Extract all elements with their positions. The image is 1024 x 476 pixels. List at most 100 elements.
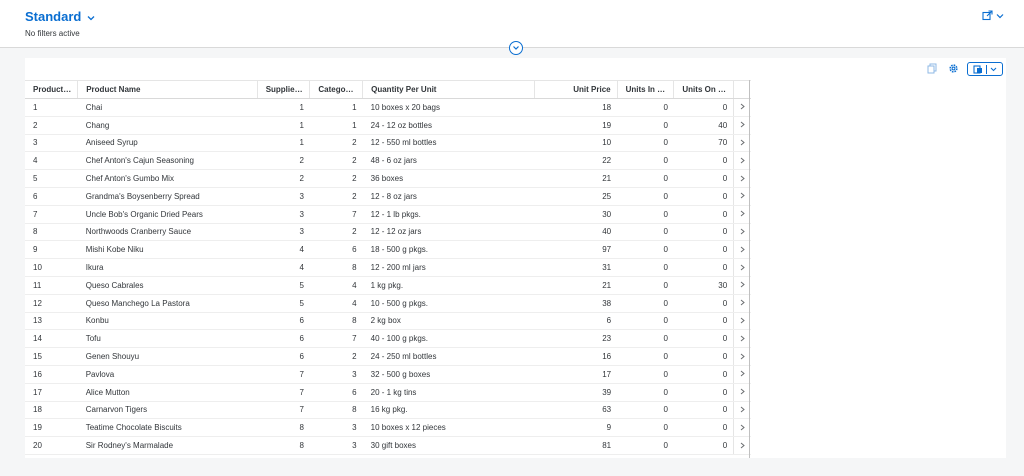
cell-product-id: 19	[25, 418, 78, 438]
share-icon[interactable]	[982, 10, 993, 21]
chevron-right-icon[interactable]	[740, 228, 745, 235]
cell-unit-price: 21	[534, 169, 618, 188]
table-row[interactable]: 14 Tofu 6 7 40 - 100 g pkgs. 23 0 0	[25, 329, 751, 349]
gear-icon[interactable]	[948, 63, 959, 74]
chevron-right-icon[interactable]	[740, 192, 745, 199]
column-header-category-id[interactable]: Category ID	[309, 80, 364, 99]
cell-units-on-order: 0	[673, 205, 734, 224]
cell-unit-price: 30	[534, 205, 618, 224]
chevron-right-icon[interactable]	[740, 442, 745, 449]
column-header-product-id[interactable]: Product ID	[25, 80, 79, 99]
cell-product-id: 12	[25, 294, 78, 313]
table-row[interactable]: 7 Uncle Bob's Organic Dried Pears 3 7 12 - 1…	[25, 205, 751, 224]
cell-product-name: Grandma's Boysenberry Spread	[77, 187, 258, 206]
chevron-right-icon[interactable]	[740, 264, 745, 271]
table-row[interactable]: 9 Mishi Kobe Niku 4 6 18 - 500 g pkgs. 97 0 0	[25, 240, 751, 260]
cell-unit-price: 81	[534, 436, 618, 455]
cell-quantity-per-unit: 10 boxes x 12 pieces	[362, 418, 535, 438]
cell-units-in-stock: 0	[617, 383, 674, 402]
table-row[interactable]: 13 Konbu 6 8 2 kg box 6 0 0	[25, 312, 751, 331]
chevron-right-icon[interactable]	[740, 424, 745, 431]
table-row[interactable]: 8 Northwoods Cranberry Sauce 3 2 12 - 12 oz …	[25, 223, 751, 242]
chevron-right-icon[interactable]	[740, 103, 745, 110]
cell-quantity-per-unit: 1 kg pkg.	[362, 276, 535, 295]
collapse-header-button[interactable]	[509, 41, 523, 55]
cell-quantity-per-unit: 12 - 200 ml jars	[362, 258, 535, 277]
cell-units-on-order: 30	[673, 276, 734, 295]
variant-selector[interactable]: Standard	[25, 9, 95, 24]
export-separator	[985, 64, 987, 74]
chevron-right-icon[interactable]	[740, 139, 745, 146]
table-row[interactable]: 15 Genen Shouyu 6 2 24 - 250 ml bottles 16 0 0	[25, 347, 751, 366]
column-header-units-in-stock[interactable]: Units In Stock	[617, 80, 675, 99]
cell-product-name: Aniseed Syrup	[77, 134, 258, 153]
table-row[interactable]: 2 Chang 1 1 24 - 12 oz bottles 19 0 40	[25, 116, 751, 135]
chevron-right-icon[interactable]	[740, 335, 745, 342]
cell-units-on-order: 0	[673, 329, 734, 349]
cell-units-on-order: 0	[673, 418, 734, 438]
chevron-right-icon[interactable]	[740, 317, 745, 324]
chevron-right-icon[interactable]	[740, 246, 745, 253]
table-header-row: Product ID Product Name Supplier ID Cate…	[25, 80, 751, 99]
table-row[interactable]: 12 Queso Manchego La Pastora 5 4 10 - 500 g …	[25, 294, 751, 313]
table-row[interactable]: 1 Chai 1 1 10 boxes x 20 bags 18 0 0	[25, 98, 751, 117]
chevron-right-icon[interactable]	[740, 175, 745, 182]
chevron-right-icon[interactable]	[740, 370, 745, 377]
chevron-right-icon[interactable]	[740, 388, 745, 395]
chevron-right-icon[interactable]	[740, 299, 745, 306]
table-row[interactable]: 3 Aniseed Syrup 1 2 12 - 550 ml bottles 10 0 70	[25, 134, 751, 153]
table-row[interactable]: 4 Chef Anton's Cajun Seasoning 2 2 48 - 6 oz…	[25, 151, 751, 171]
chevron-right-icon[interactable]	[740, 353, 745, 360]
table-row[interactable]: 19 Teatime Chocolate Biscuits 8 3 10 boxes x…	[25, 418, 751, 438]
cell-product-id: 4	[25, 151, 78, 171]
chevron-down-icon[interactable]	[512, 45, 520, 51]
table-row[interactable]: 18 Carnarvon Tigers 7 8 16 kg pkg. 63 0 0	[25, 401, 751, 420]
column-header-quantity-per-unit[interactable]: Quantity Per Unit	[362, 80, 536, 99]
cell-unit-price: 10	[534, 134, 618, 153]
table-row[interactable]: 17 Alice Mutton 7 6 20 - 1 kg tins 39 0 0	[25, 383, 751, 402]
share-button[interactable]	[982, 10, 1004, 21]
copy-icon[interactable]	[927, 63, 937, 74]
cell-category-id: 4	[309, 276, 363, 295]
export-spreadsheet-icon[interactable]	[973, 64, 983, 74]
cell-unit-price: 25	[534, 187, 618, 206]
export-button[interactable]	[967, 62, 1003, 76]
chevron-right-icon[interactable]	[740, 210, 745, 217]
cell-units-in-stock: 0	[617, 276, 674, 295]
table-row[interactable]: 16 Pavlova 7 3 32 - 500 g boxes 17 0 0	[25, 365, 751, 384]
column-header-supplier-id[interactable]: Supplier ID	[257, 80, 311, 99]
cell-product-name: Chang	[77, 116, 258, 135]
column-header-product-name[interactable]: Product Name	[77, 80, 258, 99]
table-row[interactable]: 5 Chef Anton's Gumbo Mix 2 2 36 boxes 21 0 0	[25, 169, 751, 188]
cell-product-name: Uncle Bob's Organic Dried Pears	[77, 205, 258, 224]
cell-units-on-order: 0	[673, 223, 734, 242]
chevron-right-icon[interactable]	[740, 281, 745, 288]
chevron-right-icon[interactable]	[740, 121, 745, 128]
column-header-units-on-order[interactable]: Units On Or...	[673, 80, 735, 99]
chevron-down-icon[interactable]	[996, 13, 1004, 19]
cell-category-id: 2	[309, 134, 363, 153]
chevron-right-icon[interactable]	[740, 406, 745, 413]
column-header-unit-price[interactable]: Unit Price	[534, 80, 618, 99]
table-row[interactable]: 10 Ikura 4 8 12 - 200 ml jars 31 0 0	[25, 258, 751, 277]
variant-title[interactable]: Standard	[25, 9, 81, 24]
chevron-down-icon[interactable]	[87, 15, 95, 21]
cell-quantity-per-unit: 12 - 12 oz jars	[362, 223, 535, 242]
cell-units-on-order: 40	[673, 116, 734, 135]
chevron-down-icon[interactable]	[990, 67, 997, 72]
cell-product-id: 15	[25, 347, 78, 366]
cell-unit-price: 31	[534, 258, 618, 277]
chevron-right-icon[interactable]	[740, 157, 745, 164]
table-row[interactable]: 11 Queso Cabrales 5 4 1 kg pkg. 21 0 30	[25, 276, 751, 295]
table-row[interactable]: 20 Sir Rodney's Marmalade 8 3 30 gift boxes 8…	[25, 436, 751, 455]
cell-supplier-id: 6	[257, 347, 310, 366]
cell-units-on-order: 0	[673, 436, 734, 455]
cell-category-id: 2	[309, 187, 363, 206]
cell-supplier-id: 4	[257, 240, 310, 260]
cell-product-id: 11	[25, 276, 78, 295]
cell-quantity-per-unit: 32 - 500 g boxes	[362, 365, 535, 384]
cell-units-in-stock: 0	[617, 205, 674, 224]
table-row[interactable]: 6 Grandma's Boysenberry Spread 3 2 12 - 8 oz…	[25, 187, 751, 206]
cell-units-in-stock: 0	[617, 418, 674, 438]
cell-product-id: 3	[25, 134, 78, 153]
